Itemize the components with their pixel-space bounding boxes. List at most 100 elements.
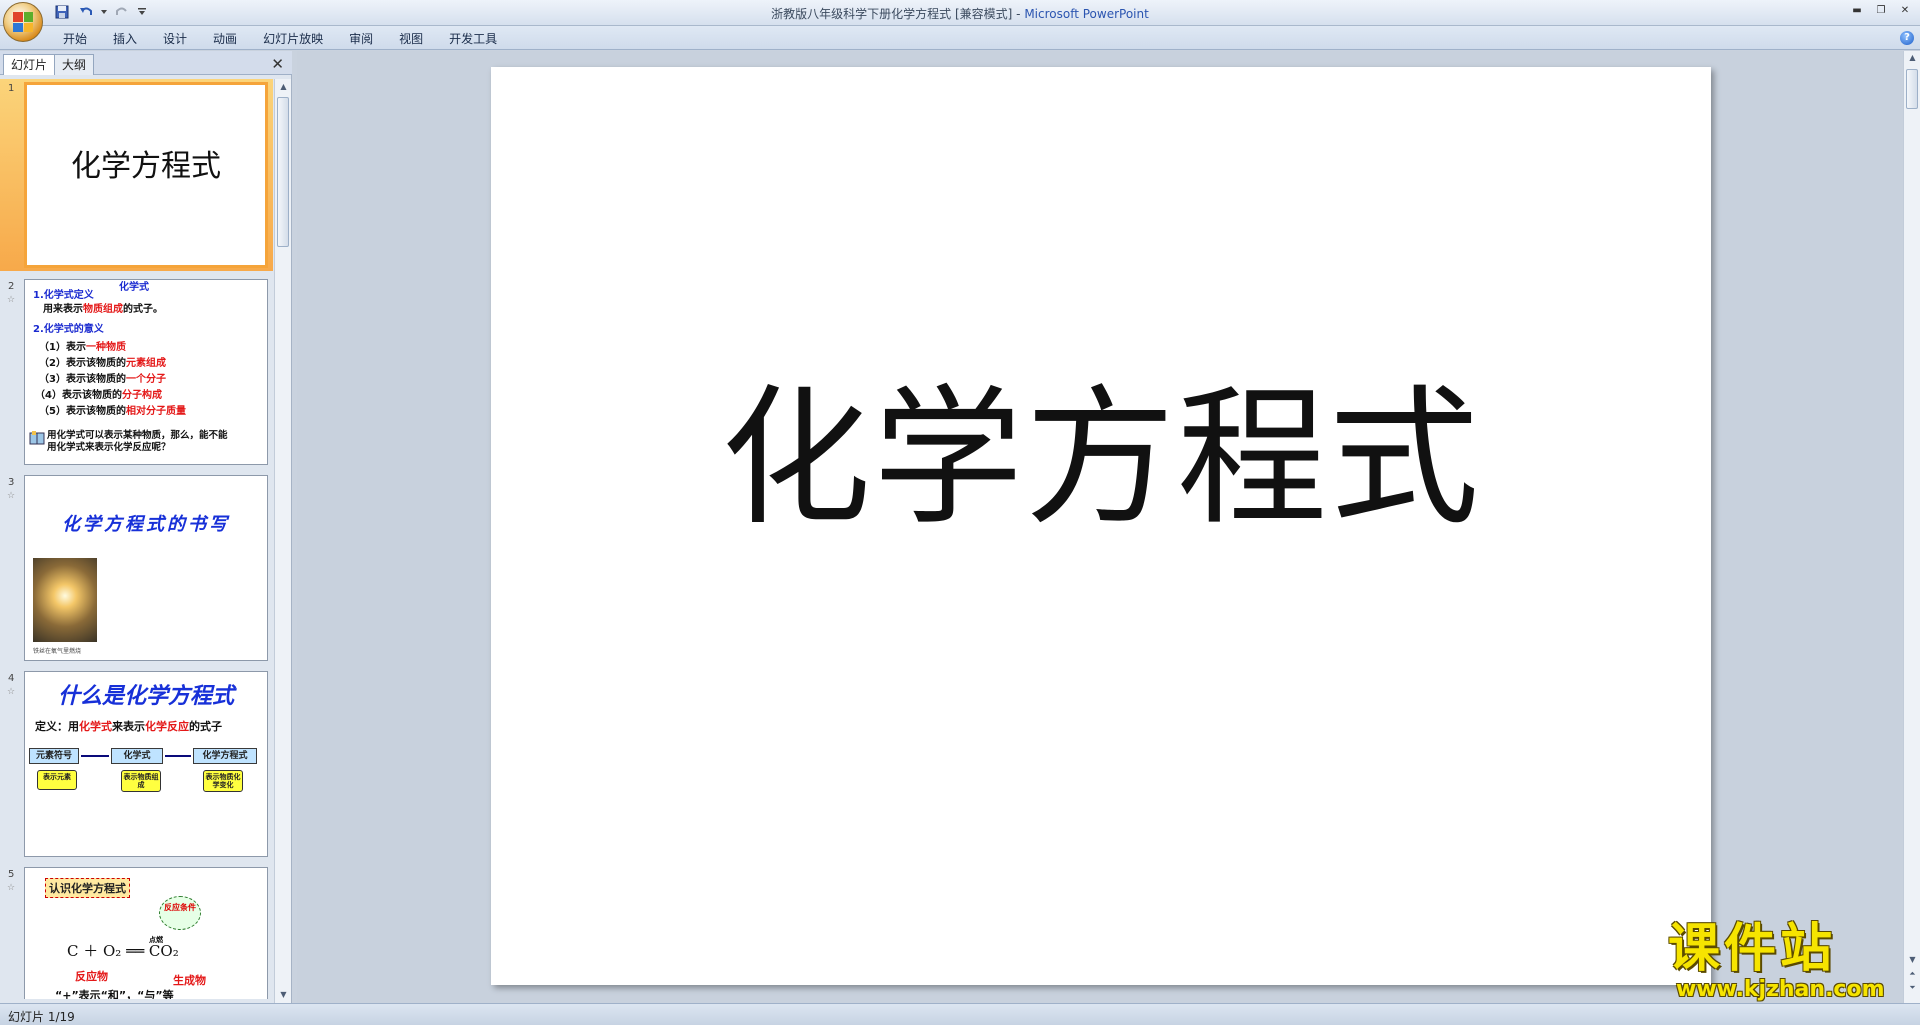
document-title: 浙教版八年级科学下册化学方程式 [兼容模式] - xyxy=(771,7,1025,21)
thumb-product-label: 生成物 xyxy=(173,974,206,987)
thumb-heading: 化学式 xyxy=(119,282,149,293)
thumb-meaning-title: 2.化学式的意义 xyxy=(33,324,104,335)
main-slide[interactable]: 化学方程式 xyxy=(491,67,1711,985)
text: （5）表示该物质的 xyxy=(39,406,126,417)
animation-star-icon: ☆ xyxy=(7,883,16,893)
thumb-item: （2）表示该物质的元素组成 xyxy=(39,358,166,370)
text-highlight: 元素组成 xyxy=(125,358,166,369)
slide-number: 3 xyxy=(8,477,15,488)
tab-slide-show[interactable]: 幻灯片放映 xyxy=(250,30,336,48)
office-button[interactable] xyxy=(3,2,43,42)
text-highlight: 化学式 xyxy=(79,720,112,733)
tab-review[interactable]: 审阅 xyxy=(336,30,386,48)
slide-editor: 化学方程式 xyxy=(297,51,1903,1003)
pane-tabs: 幻灯片 大纲 ✕ xyxy=(0,51,292,75)
text-highlight: 化学反应 xyxy=(145,720,189,733)
window-title: 浙教版八年级科学下册化学方程式 [兼容模式] - Microsoft Power… xyxy=(0,5,1920,22)
slide-thumbnail-row[interactable]: 5 ☆ 认识化学方程式 反应条件 点燃 C ＋ O₂ ══ CO₂ 反应物 生成… xyxy=(0,865,273,999)
tab-developer[interactable]: 开发工具 xyxy=(436,30,510,48)
text-highlight: 分子构成 xyxy=(121,390,162,401)
text: 的式子。 xyxy=(123,304,163,315)
flow-note: 表示物质化学变化 xyxy=(203,770,243,792)
scroll-thumb[interactable] xyxy=(1906,69,1918,109)
editor-scrollbar[interactable]: ▲ ▼ ⏶ ⏷ xyxy=(1903,51,1920,1003)
tab-insert[interactable]: 插入 xyxy=(100,30,150,48)
ribbon: 开始 插入 设计 动画 幻灯片放映 审阅 视图 开发工具 ? xyxy=(0,26,1920,50)
thumb-def-line: 用来表示物质组成的式子。 xyxy=(43,304,163,316)
animation-star-icon: ☆ xyxy=(7,491,16,501)
thumb-question: 用化学式来表示化学反应呢？ xyxy=(47,442,171,453)
text-highlight: 物质组成 xyxy=(83,304,123,315)
scroll-up-icon[interactable]: ▲ xyxy=(1904,53,1920,62)
text: （1）表示 xyxy=(39,342,86,353)
thumbnail-scrollbar[interactable]: ▲ ▼ xyxy=(274,79,291,1003)
thumb-reactant-label: 反应物 xyxy=(75,970,108,983)
slide-thumbnail-3[interactable]: 化学方程式的书写 铁丝在氧气里燃烧 xyxy=(24,475,268,661)
thumb-bubble: 反应条件 xyxy=(159,896,201,930)
thumb-item: （5）表示该物质的相对分子质量 xyxy=(39,406,186,418)
slide-number: 1 xyxy=(8,83,15,94)
text: 用来表示 xyxy=(43,304,83,315)
tab-slides[interactable]: 幻灯片 xyxy=(3,54,56,75)
main-slide-title[interactable]: 化学方程式 xyxy=(491,337,1711,554)
book-icon xyxy=(29,431,45,445)
thumb-item: （1）表示一种物质 xyxy=(39,342,126,354)
thumb-item: （3）表示该物质的一个分子 xyxy=(39,374,166,386)
slides-pane: 幻灯片 大纲 ✕ 1 化学方程式 2 ☆ 化学式 1.化学式定义 用来表示物质组… xyxy=(0,51,292,1003)
scroll-down-icon[interactable]: ▼ xyxy=(1904,955,1920,964)
tab-outline[interactable]: 大纲 xyxy=(54,54,95,75)
text: 来表示 xyxy=(112,720,145,733)
thumb-item: （4）表示该物质的分子构成 xyxy=(35,390,162,402)
scroll-thumb[interactable] xyxy=(277,97,289,247)
slide-thumbnail-1[interactable]: 化学方程式 xyxy=(24,82,268,268)
office-logo-icon xyxy=(13,12,33,32)
thumb-title: 化学方程式的书写 xyxy=(62,514,230,535)
scroll-up-icon[interactable]: ▲ xyxy=(275,79,292,95)
status-bar: 幻灯片 1/19 xyxy=(0,1003,1920,1025)
help-icon[interactable]: ? xyxy=(1900,31,1914,45)
slide-thumbnail-2[interactable]: 化学式 1.化学式定义 用来表示物质组成的式子。 2.化学式的意义 （1）表示一… xyxy=(24,279,268,465)
thumb-equation: C ＋ O₂ ══ CO₂ xyxy=(67,942,179,960)
slide-thumbnail-4[interactable]: 什么是化学方程式 定义：用化学式来表示化学反应的式子 元素符号 化学式 化学方程… xyxy=(24,671,268,857)
restore-button[interactable]: ❐ xyxy=(1870,2,1892,18)
watermark-url: www.kjzhan.com xyxy=(1676,977,1885,1002)
animation-star-icon: ☆ xyxy=(7,687,16,697)
flow-box: 化学式 xyxy=(111,748,163,764)
text: 的式子 xyxy=(189,720,222,733)
animation-star-icon: ☆ xyxy=(7,295,16,305)
slide-thumbnails: 1 化学方程式 2 ☆ 化学式 1.化学式定义 用来表示物质组成的式子。 2.化… xyxy=(0,79,273,999)
text: 定义：用 xyxy=(35,720,79,733)
thumb-def-title: 1.化学式定义 xyxy=(33,290,94,301)
slide-thumbnail-row[interactable]: 4 ☆ 什么是化学方程式 定义：用化学式来表示化学反应的式子 元素符号 化学式 … xyxy=(0,669,273,859)
minimize-button[interactable]: ▬ xyxy=(1846,2,1868,18)
flow-note: 表示元素 xyxy=(37,770,77,790)
tab-view[interactable]: 视图 xyxy=(386,30,436,48)
text-highlight: 相对分子质量 xyxy=(125,406,186,417)
thumb-title: 化学方程式 xyxy=(71,149,221,184)
tab-home[interactable]: 开始 xyxy=(50,30,100,48)
slide-thumbnail-row[interactable]: 2 ☆ 化学式 1.化学式定义 用来表示物质组成的式子。 2.化学式的意义 （1… xyxy=(0,277,273,467)
slide-thumbnail-row[interactable]: 3 ☆ 化学方程式的书写 铁丝在氧气里燃烧 xyxy=(0,473,273,663)
thumb-tag: 认识化学方程式 xyxy=(45,878,130,898)
tab-design[interactable]: 设计 xyxy=(150,30,200,48)
tab-animations[interactable]: 动画 xyxy=(200,30,250,48)
watermark-logo: 课件站 xyxy=(1668,919,1837,979)
watermark: 课件站 www.kjzhan.com xyxy=(1668,919,1906,1002)
pane-close-icon[interactable]: ✕ xyxy=(271,55,284,73)
text: （3）表示该物质的 xyxy=(39,374,126,385)
text-highlight: 一种物质 xyxy=(85,342,126,353)
thumb-caption: 铁丝在氧气里燃烧 xyxy=(33,648,82,655)
text-highlight: 一个分子 xyxy=(125,374,166,385)
previous-slide-icon[interactable]: ⏶ xyxy=(1904,969,1920,979)
slide-thumbnail-5[interactable]: 认识化学方程式 反应条件 点燃 C ＋ O₂ ══ CO₂ 反应物 生成物 “+… xyxy=(24,867,268,999)
slide-number: 5 xyxy=(8,869,15,880)
next-slide-icon[interactable]: ⏷ xyxy=(1904,983,1920,993)
flow-arrow xyxy=(81,755,109,757)
slide-thumbnail-row[interactable]: 1 化学方程式 xyxy=(0,79,273,271)
text: （4）表示该物质的 xyxy=(35,390,122,401)
thumb-bottom-text: “+”表示“和”，“与”等 xyxy=(55,989,174,1000)
window-controls: ▬ ❐ ✕ xyxy=(1846,2,1916,18)
text: （2）表示该物质的 xyxy=(39,358,126,369)
close-button[interactable]: ✕ xyxy=(1894,2,1916,18)
scroll-down-icon[interactable]: ▼ xyxy=(275,987,292,1003)
